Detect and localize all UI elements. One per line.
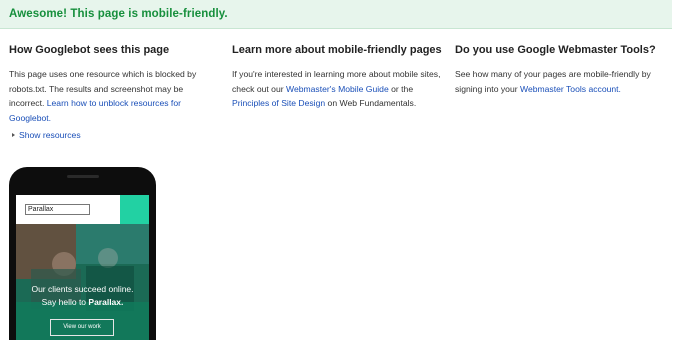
preview-accent-block xyxy=(120,195,149,224)
learn-more-heading: Learn more about mobile-friendly pages xyxy=(232,44,442,56)
preview-site-header: Parallax xyxy=(16,195,149,224)
phone-screen: Parallax Our clients succeed online. Say… xyxy=(16,195,149,340)
phone-preview: Parallax Our clients succeed online. Say… xyxy=(9,167,156,340)
preview-hero-text: Our clients succeed online. Say hello to… xyxy=(16,283,149,308)
googlebot-heading: How Googlebot sees this page xyxy=(9,44,170,56)
status-banner: Awesome! This page is mobile-friendly. xyxy=(0,0,672,29)
webmaster-section: Do you use Google Webmaster Tools? See h… xyxy=(455,44,665,96)
learn-more-section: Learn more about mobile-friendly pages I… xyxy=(232,44,442,111)
learn-more-body-2: or the xyxy=(391,83,414,94)
googlebot-section: How Googlebot sees this page This page u… xyxy=(9,44,209,125)
hero-line-2-prefix: Say hello to xyxy=(41,296,87,307)
hero-line-1: Our clients succeed online. xyxy=(31,284,134,294)
banner-message: Awesome! This page is mobile-friendly. xyxy=(9,8,228,20)
site-design-link[interactable]: Principles of Site Design xyxy=(232,98,325,108)
hero-brand: Parallax. xyxy=(88,296,124,307)
show-resources-label: Show resources xyxy=(19,130,81,140)
webmaster-account-link[interactable]: Webmaster Tools account. xyxy=(520,84,621,94)
preview-brand-field: Parallax xyxy=(25,204,90,215)
learn-more-text: If you're interested in learning more ab… xyxy=(232,67,442,111)
googlebot-text: This page uses one resource which is blo… xyxy=(9,67,209,125)
expand-triangle-icon xyxy=(12,133,15,137)
phone-speaker xyxy=(67,175,99,178)
webmaster-text: See how many of your pages are mobile-fr… xyxy=(455,67,665,96)
show-resources-toggle[interactable]: Show resources xyxy=(12,130,81,140)
view-work-button: View our work xyxy=(50,319,114,336)
hero-line-2: Say hello to Parallax. xyxy=(16,296,149,309)
learn-more-body-3: on Web Fundamentals. xyxy=(327,98,417,108)
mobile-guide-link[interactable]: Webmaster's Mobile Guide xyxy=(286,84,389,94)
webmaster-heading: Do you use Google Webmaster Tools? xyxy=(455,44,656,56)
